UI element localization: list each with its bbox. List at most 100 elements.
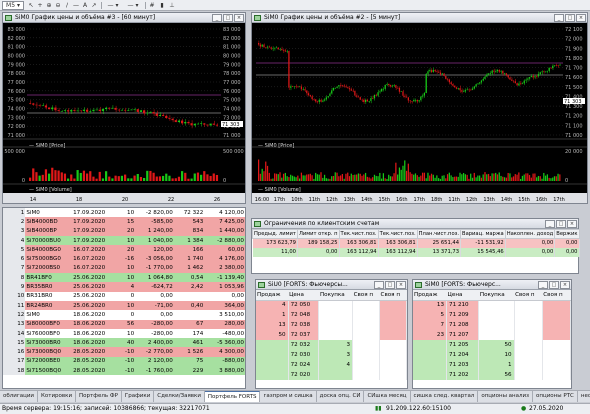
close-icon[interactable]: × xyxy=(560,281,570,289)
minimize-icon[interactable]: _ xyxy=(538,281,548,289)
order-book-row[interactable]: 1 72 048 xyxy=(256,310,407,320)
position-row[interactable]: 7 Si72000BS0 16.07.2020 10 -1 770,00 1 462 2 3… xyxy=(3,263,245,274)
text-tool-icon[interactable]: A xyxy=(81,1,89,10)
minimize-icon[interactable]: _ xyxy=(374,281,384,289)
order-book-row[interactable]: 72 020 xyxy=(256,370,407,380)
workspace-tab[interactable]: облигации xyxy=(0,391,38,402)
limits-header-cell[interactable]: Лимит откр. п xyxy=(296,229,340,239)
order-book-header-cell[interactable]: Своя п xyxy=(514,290,543,301)
chart-canvas[interactable]: 72 100 72 000 71 900 71 800 71 700 71 600 71 5… xyxy=(252,23,587,203)
order-book-row[interactable]: 50 72 037 xyxy=(256,330,407,340)
minimize-icon[interactable]: _ xyxy=(545,220,555,228)
close-icon[interactable]: × xyxy=(396,281,406,289)
limits-header-cell[interactable]: Тек.чист.поз. xyxy=(338,229,379,239)
workspace-tab[interactable]: Котировки xyxy=(38,391,77,402)
order-book-row[interactable]: 23 71 207 xyxy=(413,330,572,340)
crosshair-icon[interactable]: + xyxy=(36,1,44,10)
order-book-row[interactable]: 71 202 56 xyxy=(413,370,572,380)
position-row[interactable]: 12 SiM0 18.06.2020 0 0,00 3 510,00 xyxy=(3,310,245,320)
limits-row[interactable]: 173 623,79 189 158,25 163 306,81 163 306,81… xyxy=(252,238,580,248)
position-row[interactable]: 17 Si72000BE0 28.05.2020 -10 2 120,00 75 -880,… xyxy=(3,356,245,367)
position-row[interactable]: 4 Si70000BU0 17.09.2020 10 1 040,00 1 384 -2 8… xyxy=(3,235,245,246)
workspace-tab[interactable]: опционы РТС xyxy=(533,391,578,402)
maximize-icon[interactable]: □ xyxy=(385,281,395,289)
limits-header-cell[interactable]: Предыд. лимит xyxy=(252,229,298,239)
maximize-icon[interactable]: □ xyxy=(223,14,233,22)
limits-header-cell[interactable]: Накоплен. доход xyxy=(504,229,556,239)
line-tool-icon[interactable]: ∕ xyxy=(63,1,71,10)
workspace-tab[interactable]: Портфель ФР xyxy=(76,391,122,402)
arrow-tool-icon[interactable]: ↗ xyxy=(90,1,98,10)
limits-header-cell[interactable]: Вариац. маржа xyxy=(460,229,506,239)
order-book-header-cell[interactable]: Своя п xyxy=(379,290,407,301)
position-row[interactable]: 5 Si84000BG0 16.07.2020 20 120,00 166 60,00 xyxy=(3,245,245,255)
order-book-header-cell[interactable]: Покупка xyxy=(318,290,353,301)
order-book-row[interactable]: 13 71 210 xyxy=(413,300,572,310)
limits-header-cell[interactable]: Вержик xyxy=(554,229,580,239)
position-row[interactable]: 13 Si80000BF0 18.06.2020 56 -280,00 67 280,00 xyxy=(3,319,245,329)
maximize-icon[interactable]: □ xyxy=(549,281,559,289)
order-book-header-cell[interactable]: Продаж xyxy=(256,290,289,301)
zoom-in-icon[interactable]: ⊕ xyxy=(45,1,53,10)
chart-area[interactable]: 83 000 83 000 82 000 82 000 81 000 81 000 80 0… xyxy=(3,23,245,203)
order-book-header-cell[interactable]: Своя п xyxy=(352,290,380,301)
hline-style-icon[interactable]: — ▾ xyxy=(104,1,122,10)
order-book-header-cell[interactable]: Цена xyxy=(288,290,319,301)
chart-canvas[interactable]: 83 000 83 000 82 000 82 000 81 000 81 000 80 0… xyxy=(3,23,245,203)
order-book-header-cell[interactable]: Цена xyxy=(446,290,479,301)
workspace-tab[interactable]: сишка след. квартал xyxy=(411,391,479,402)
close-icon[interactable]: × xyxy=(567,220,577,228)
minimize-icon[interactable]: _ xyxy=(212,14,222,22)
order-book-header-cell[interactable]: Продаж xyxy=(413,290,447,301)
workspace-tab[interactable]: СИшка месяц xyxy=(364,391,411,402)
order-book-row[interactable]: 72 030 3 xyxy=(256,350,407,360)
order-book-row[interactable]: 13 72 038 xyxy=(256,320,407,330)
minimize-icon[interactable]: _ xyxy=(554,14,564,22)
bars-icon[interactable]: ⊥ xyxy=(168,1,176,10)
position-row[interactable]: 14 Si76000BF0 18.06.2020 10 -280,00 174 -480,0… xyxy=(3,328,245,339)
cursor-icon[interactable]: ↖ xyxy=(27,1,35,10)
order-book-row[interactable]: 71 205 50 xyxy=(413,340,572,350)
grid-icon[interactable]: # xyxy=(148,1,156,10)
close-icon[interactable]: × xyxy=(576,14,586,22)
position-row[interactable]: 11 BR24BR0 25.06.2020 10 -71,00 0,40 364,00 xyxy=(3,300,245,311)
order-book-header-cell[interactable]: Покупка xyxy=(478,290,515,301)
position-row[interactable]: 15 Si73000BR0 18.06.2020 40 2 400,00 461 -5 36… xyxy=(3,338,245,348)
limits-row[interactable]: 11,00 0,00 163 112,94 163 112,94 13 371,73 15… xyxy=(252,247,580,257)
position-row[interactable]: 18 Si71500BQ0 28.05.2020 -10 -1 760,00 229 3 8… xyxy=(3,366,245,376)
order-book-row[interactable]: 71 203 1 xyxy=(413,360,572,370)
zoom-out-icon[interactable]: ⊖ xyxy=(54,1,62,10)
workspace-tab[interactable]: доска опц. СИ xyxy=(317,391,365,402)
workspace-tab[interactable]: Графики xyxy=(122,391,155,402)
order-book-row[interactable]: 71 204 10 xyxy=(413,350,572,360)
maximize-icon[interactable]: □ xyxy=(565,14,575,22)
position-row[interactable]: 16 Si73000BQ0 28.05.2020 -10 -2 770,00 1 526 4… xyxy=(3,347,245,357)
position-row[interactable]: 6 Si75000BG0 16.07.2020 -16 -3 056,00 1 740 4 … xyxy=(3,254,245,264)
order-book-row[interactable]: 5 71 209 xyxy=(413,310,572,320)
candles-icon[interactable]: ▮ xyxy=(158,1,166,10)
position-row[interactable]: 9 BR35BR0 25.06.2020 4 -624,72 2,42 1 053,96 xyxy=(3,282,245,292)
order-book-header-cell[interactable]: Своя п xyxy=(542,290,571,301)
close-icon[interactable]: × xyxy=(234,14,244,22)
position-row[interactable]: 8 BR41BF0 25.06.2020 10 1 064,80 0,54 -1 139,4… xyxy=(3,273,245,283)
position-row[interactable]: 10 BR31BR0 25.06.2020 0 0,00 0,00 xyxy=(3,291,245,301)
position-row[interactable]: 2 SiB4000BD 17.09.2020 15 -585,00 543 7 425,00 xyxy=(3,217,245,227)
order-book-row[interactable]: 72 032 3 xyxy=(256,340,407,350)
maximize-icon[interactable]: □ xyxy=(556,220,566,228)
workspace-tab[interactable]: нефть- xyxy=(578,391,590,402)
order-book-row[interactable]: 7 71 208 xyxy=(413,320,572,330)
chart-area[interactable]: 72 100 72 000 71 900 71 800 71 700 71 600 71 5… xyxy=(252,23,587,203)
workspace-tab[interactable]: Портфель FORTS xyxy=(204,391,261,402)
workspace-tab[interactable]: опционы анализ xyxy=(478,391,534,402)
limits-header-cell[interactable]: Тек.чист.поз. xyxy=(377,229,418,239)
hline-tool-icon[interactable]: — xyxy=(72,1,80,10)
order-book-row[interactable]: 72 024 4 xyxy=(256,360,407,370)
order-book-row[interactable]: 4 72 050 xyxy=(256,300,407,310)
timeframe-select[interactable]: M5 ▾ xyxy=(2,1,24,10)
limits-header-cell[interactable]: План.чист.поз. xyxy=(416,229,462,239)
position-row[interactable]: 1 SiM0 17.09.2020 10 -2 820,00 72 322 4 120,00 xyxy=(3,208,245,218)
position-row[interactable]: 3 SiB4000BP 17.09.2020 20 1 240,00 834 1 440,0… xyxy=(3,226,245,236)
line-width-icon[interactable]: — ▾ xyxy=(124,1,142,10)
workspace-tab[interactable]: Сделки/Заявки xyxy=(154,391,205,402)
workspace-tab[interactable]: газпром и сишка xyxy=(260,391,317,402)
